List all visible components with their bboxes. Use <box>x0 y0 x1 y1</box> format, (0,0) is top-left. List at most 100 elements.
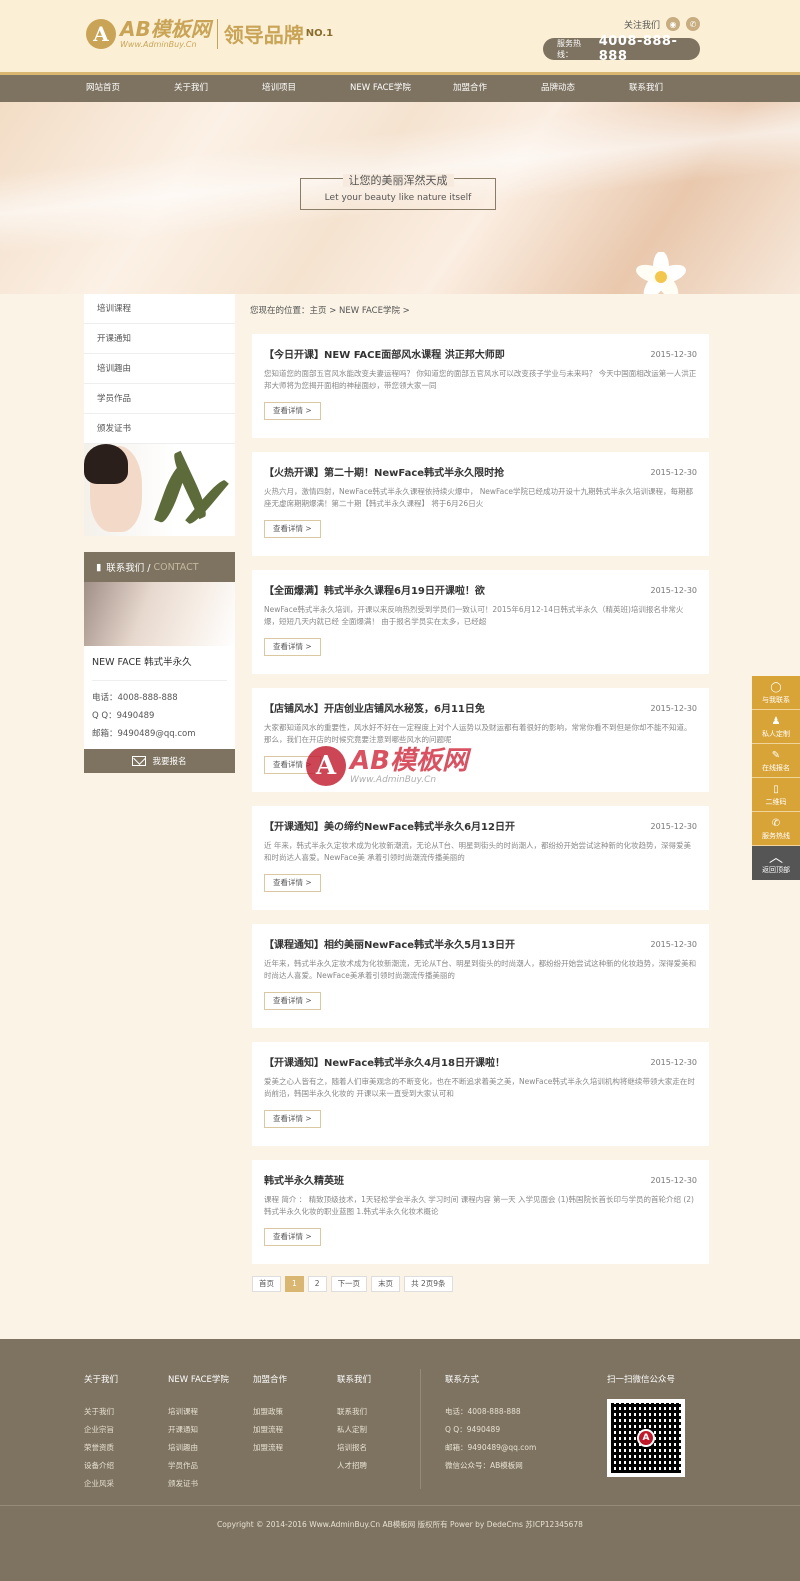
sidebar-item-notices[interactable]: 开课通知 <box>84 324 235 354</box>
float-signup[interactable]: ✎ 在线报名 <box>752 744 800 778</box>
footer-link[interactable]: 加盟政策 <box>253 1403 287 1421</box>
footer-link[interactable]: 关于我们 <box>84 1403 118 1421</box>
contact-heading-en: CONTACT <box>153 561 199 573</box>
read-more-button[interactable]: 查看详情 > <box>264 638 321 656</box>
footer-link[interactable]: 加盟流程 <box>253 1439 287 1457</box>
footer-link[interactable]: 私人定制 <box>337 1421 371 1439</box>
footer-col-academy: NEW FACE学院 培训课程 开课通知 培训趣由 学员作品 颁发证书 <box>168 1373 229 1493</box>
footer-link[interactable]: 联系我们 <box>337 1403 371 1421</box>
sidebar-item-courses[interactable]: 培训课程 <box>84 294 235 324</box>
article-summary: 爱美之心人皆有之，随着人们审美观念的不断变化，也在不断追求着美之美，NewFac… <box>264 1077 695 1098</box>
contact-title: NEW FACE 韩式半永久 <box>92 654 227 681</box>
footer-link[interactable]: 加盟流程 <box>253 1421 287 1439</box>
nav-item-training[interactable]: 培训项目 <box>262 75 350 102</box>
float-custom[interactable]: ♟ 私人定制 <box>752 710 800 744</box>
sidebar-item-works[interactable]: 学员作品 <box>84 384 235 414</box>
site-logo[interactable]: A AB模板网 Www.AdminBuy.Cn 领导品牌 NO.1 <box>86 18 333 49</box>
main-nav: 网站首页 关于我们 培训项目 NEW FACE学院 加盟合作 品牌动态 联系我们 <box>0 72 800 102</box>
footer-qq: Q Q：9490489 <box>445 1425 501 1434</box>
envelope-icon <box>132 756 147 766</box>
chevron-up-icon: ︿ <box>769 850 783 866</box>
read-more-button[interactable]: 查看详情 > <box>264 874 321 892</box>
logo-name: AB模板网 <box>120 17 211 41</box>
hotline-label: 服务热线： <box>557 39 581 59</box>
sidebar-item-certificates[interactable]: 颁发证书 <box>84 414 235 444</box>
footer-link[interactable]: 培训趣由 <box>168 1439 229 1457</box>
nav-item-news[interactable]: 品牌动态 <box>541 75 629 102</box>
footer-col-franchise: 加盟合作 加盟政策 加盟流程 加盟流程 <box>253 1373 287 1457</box>
signup-button[interactable]: 我要报名 <box>84 749 235 773</box>
float-qrcode[interactable]: ▯ 二维码 <box>752 778 800 812</box>
article-card: 【开课通知】NewFace韩式半永久4月18日开课啦！ 2015-12-30 爱… <box>252 1042 709 1146</box>
signup-label: 我要报名 <box>152 757 187 767</box>
page-1[interactable]: 1 <box>285 1276 304 1292</box>
phone-icon: ▮ <box>96 561 102 573</box>
page-summary: 共 2页9条 <box>404 1276 453 1292</box>
footer-heading: 联系我们 <box>337 1375 372 1385</box>
hero-banner: 让您的美丽浑然天成 Let your beauty like nature it… <box>0 102 800 294</box>
float-hotline[interactable]: ✆ 服务热线 <box>752 812 800 846</box>
contact-email: 邮箱：9490489@qq.com <box>92 729 196 739</box>
page-last[interactable]: 末页 <box>371 1276 401 1292</box>
breadcrumb[interactable]: 您现在的位置：主页 > NEW FACE学院 > <box>250 304 410 316</box>
page-next[interactable]: 下一页 <box>330 1276 368 1292</box>
banner-subline: Let your beauty like nature itself <box>324 193 472 203</box>
page-2[interactable]: 2 <box>307 1276 327 1292</box>
hotline-badge: 服务热线： 4008-888-888 <box>543 34 700 64</box>
contact-phone: 电话：4008-888-888 <box>92 693 178 703</box>
article-card: 【今日开课】NEW FACE面部风水课程 洪正邦大师即 2015-12-30 您… <box>252 334 709 438</box>
read-more-button[interactable]: 查看详情 > <box>264 1228 321 1246</box>
footer-link[interactable]: 开课通知 <box>168 1421 229 1439</box>
read-more-button[interactable]: 查看详情 > <box>264 1110 321 1128</box>
article-title[interactable]: 韩式半永久精英班 <box>264 1172 644 1186</box>
footer-link[interactable]: 人才招聘 <box>337 1457 371 1475</box>
read-more-button[interactable]: 查看详情 > <box>264 992 321 1010</box>
read-more-button[interactable]: 查看详情 > <box>264 520 321 538</box>
read-more-button[interactable]: 查看详情 > <box>264 402 321 420</box>
article-card: 韩式半永久精英班 2015-12-30 课程 简介 ： 精致顶级技术，1天轻松学… <box>252 1160 709 1264</box>
footer-link[interactable]: 企业风采 <box>84 1475 118 1493</box>
nav-item-home[interactable]: 网站首页 <box>86 75 174 102</box>
article-title[interactable]: 【全面爆满】韩式半永久课程6月19日开课啦！欲 <box>264 582 644 596</box>
footer-heading: 联系方式 <box>445 1375 480 1385</box>
sidebar-item-interests[interactable]: 培训趣由 <box>84 354 235 384</box>
banner-caption: 让您的美丽浑然天成 Let your beauty like nature it… <box>300 174 496 210</box>
site-footer: 关于我们 关于我们 企业宗旨 荣誉资质 设备介绍 企业风采 NEW FACE学院… <box>0 1339 800 1581</box>
article-summary: 课程 简介 ： 精致顶级技术，1天轻松学会半永久 学习时间 课程内容 第一天 入… <box>264 1195 694 1216</box>
footer-link[interactable]: 培训报名 <box>337 1439 371 1457</box>
logo-url: Www.AdminBuy.Cn <box>120 40 197 49</box>
wechat-icon[interactable]: ✆ <box>686 17 700 31</box>
article-title[interactable]: 【今日开课】NEW FACE面部风水课程 洪正邦大师即 <box>264 346 644 360</box>
article-card: 【火热开课】第二十期！NewFace韩式半永久限时抢 2015-12-30 火热… <box>252 452 709 556</box>
banner-headline: 让您的美丽浑然天成 <box>342 174 454 187</box>
footer-link[interactable]: 企业宗旨 <box>84 1421 118 1439</box>
follow-label: 关注我们 <box>623 20 660 31</box>
nav-item-academy[interactable]: NEW FACE学院 <box>350 75 453 102</box>
phone-icon: ✆ <box>771 818 781 829</box>
article-list: 【今日开课】NEW FACE面部风水课程 洪正邦大师即 2015-12-30 您… <box>252 334 709 1278</box>
article-title[interactable]: 【课程通知】相约美丽NewFace韩式半永久5月13日开 <box>264 936 644 950</box>
float-contact[interactable]: ◯ 与我联系 <box>752 676 800 710</box>
article-title[interactable]: 【店铺风水】开店创业店铺风水秘笈，6月11日免 <box>264 700 644 714</box>
edit-icon: ✎ <box>771 750 781 761</box>
footer-link[interactable]: 培训课程 <box>168 1403 229 1421</box>
footer-link[interactable]: 荣誉资质 <box>84 1439 118 1457</box>
footer-link[interactable]: 设备介绍 <box>84 1457 118 1475</box>
nav-item-contact[interactable]: 联系我们 <box>629 75 717 102</box>
chat-icon: ◯ <box>770 682 782 693</box>
article-title[interactable]: 【开课通知】NewFace韩式半永久4月18日开课啦！ <box>264 1054 644 1068</box>
weibo-icon[interactable]: ◉ <box>666 17 680 31</box>
article-title[interactable]: 【火热开课】第二十期！NewFace韩式半永久限时抢 <box>264 464 644 478</box>
back-to-top-button[interactable]: ︿ 返回顶部 <box>752 846 800 880</box>
article-title[interactable]: 【开课通知】美の缔约NewFace韩式半永久6月12日开 <box>264 818 644 832</box>
nav-item-franchise[interactable]: 加盟合作 <box>453 75 541 102</box>
logo-mark-icon: A <box>86 18 116 49</box>
nav-item-about[interactable]: 关于我们 <box>174 75 262 102</box>
sidebar-menu: 培训课程 开课通知 培训趣由 学员作品 颁发证书 <box>84 294 235 444</box>
footer-link[interactable]: 学员作品 <box>168 1457 229 1475</box>
article-date: 2015-12-30 <box>650 1058 698 1067</box>
footer-link[interactable]: 颁发证书 <box>168 1475 229 1493</box>
follow-us: 关注我们 ◉ ✆ <box>624 17 700 31</box>
qr-logo-icon: A <box>637 1429 655 1447</box>
page-first[interactable]: 首页 <box>252 1276 281 1292</box>
